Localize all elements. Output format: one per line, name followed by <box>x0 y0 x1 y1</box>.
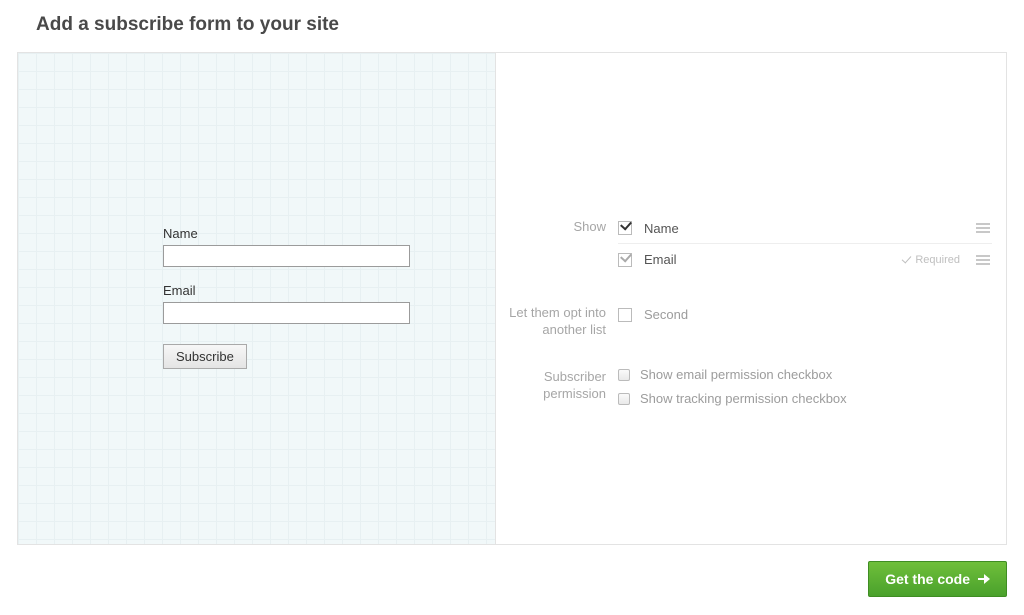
show-name-text: Name <box>644 221 970 236</box>
arrow-right-icon <box>978 574 990 584</box>
show-field-email: Email Required <box>618 244 992 275</box>
preview-pane: Name Email Subscribe <box>18 53 496 544</box>
editor-panels: Name Email Subscribe Show Name Email Req… <box>17 52 1007 545</box>
required-badge: Required <box>902 254 960 266</box>
preview-name-field: Name <box>163 226 495 267</box>
preview-name-label: Name <box>163 226 495 241</box>
preview-email-field: Email <box>163 283 495 324</box>
preview-email-input[interactable] <box>163 302 410 324</box>
drag-handle-icon[interactable] <box>976 255 990 265</box>
perm-email-text: Show email permission checkbox <box>640 367 832 382</box>
show-name-checkbox[interactable] <box>618 221 632 235</box>
get-code-label: Get the code <box>885 571 970 587</box>
permission-section-label: Subscriber permission <box>496 363 606 403</box>
opt-list: Second <box>618 299 992 330</box>
perm-tracking-row: Show tracking permission checkbox <box>618 387 992 411</box>
page-title: Add a subscribe form to your site <box>0 0 1024 36</box>
show-email-text: Email <box>644 252 902 267</box>
get-code-button[interactable]: Get the code <box>868 561 1007 597</box>
permission-section: Subscriber permission Show email permiss… <box>496 363 992 411</box>
opt-second-text: Second <box>644 307 990 322</box>
show-field-name: Name <box>618 213 992 244</box>
opt-section: Let them opt into another list Second <box>496 299 992 339</box>
perm-email-checkbox[interactable] <box>618 369 630 381</box>
perm-tracking-text: Show tracking permission checkbox <box>640 391 847 406</box>
preview-name-input[interactable] <box>163 245 410 267</box>
opt-item-second: Second <box>618 299 992 330</box>
opt-second-checkbox[interactable] <box>618 308 632 322</box>
preview-email-label: Email <box>163 283 495 298</box>
opt-section-label: Let them opt into another list <box>496 299 606 339</box>
show-email-checkbox <box>618 253 632 267</box>
perm-email-row: Show email permission checkbox <box>618 363 992 387</box>
preview-subscribe-button[interactable]: Subscribe <box>163 344 247 369</box>
permission-list: Show email permission checkbox Show trac… <box>618 363 992 411</box>
drag-handle-icon[interactable] <box>976 223 990 233</box>
show-fields-list: Name Email Required <box>618 213 992 275</box>
show-section-label: Show <box>496 213 606 236</box>
perm-tracking-checkbox[interactable] <box>618 393 630 405</box>
show-section: Show Name Email Required <box>496 213 992 275</box>
settings-pane: Show Name Email Required Let them opt in… <box>496 53 1006 544</box>
